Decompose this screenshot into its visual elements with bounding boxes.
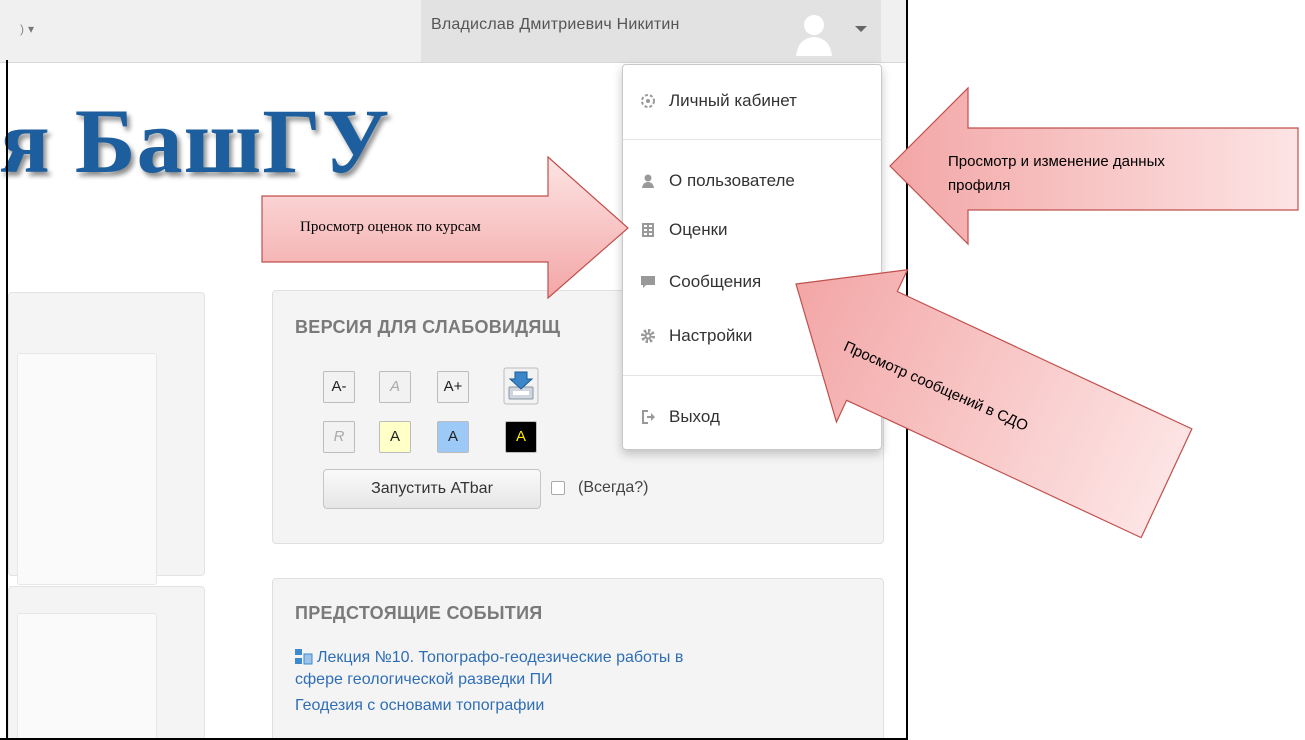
save-settings-icon[interactable] [503, 367, 539, 405]
always-label: (Всегда?) [578, 479, 649, 496]
run-atbar-button[interactable]: Запустить ATbar [323, 469, 541, 509]
block-title: ВЕРСИЯ ДЛЯ СЛАБОВИДЯЩ [295, 317, 561, 337]
frame-left-border [6, 60, 8, 738]
menu-divider [623, 375, 881, 376]
menu-divider [623, 139, 881, 140]
screenshot-frame: ) ▾ Владислав Дмитриевич Никитин я БашГУ … [0, 0, 908, 740]
nav-dropdown-caret[interactable]: ) ▾ [20, 22, 34, 36]
chevron-down-icon[interactable] [855, 26, 867, 32]
gear-icon [641, 329, 655, 343]
event-icon [295, 649, 313, 665]
menu-item-logout[interactable]: Выход [623, 397, 881, 437]
event-link[interactable]: Лекция №10. Топографо-геодезические рабо… [317, 645, 857, 671]
left-content-block [8, 292, 205, 585]
annotation-text-profile-line2: профиля [948, 177, 1011, 194]
font-reset-button[interactable]: A [379, 371, 411, 403]
user-icon [642, 174, 654, 188]
font-increase-button[interactable]: A+ [437, 371, 469, 403]
user-name[interactable]: Владислав Дмитриевич Никитин [431, 16, 680, 34]
font-decrease-button[interactable]: A- [323, 371, 355, 403]
color-reset-button[interactable]: R [323, 421, 355, 453]
color-black-button[interactable]: A [505, 421, 537, 453]
event-link-continued[interactable]: сфере геологической разведки ПИ [295, 671, 553, 689]
menu-item-label: О пользователе [669, 171, 795, 190]
menu-item-dashboard[interactable]: Личный кабинет [623, 81, 881, 121]
avatar-icon[interactable] [794, 10, 834, 56]
menu-item-profile[interactable]: О пользователе [623, 161, 881, 201]
menu-item-label: Выход [669, 407, 720, 426]
event-course-link[interactable]: Геодезия с основами топографии [295, 697, 544, 715]
user-dropdown-menu: Личный кабинет О пользователе Оценки Соо… [622, 64, 882, 450]
menu-item-label: Настройки [669, 326, 753, 345]
color-blue-button[interactable]: A [437, 421, 469, 453]
message-icon [641, 276, 655, 288]
block-title: ПРЕДСТОЯЩИЕ СОБЫТИЯ [295, 603, 543, 623]
color-yellow-button[interactable]: A [379, 421, 411, 453]
left-inner-panel-2 [17, 613, 157, 738]
menu-item-label: Оценки [669, 220, 728, 239]
menu-item-grades[interactable]: Оценки [623, 210, 881, 250]
left-content-block-2 [8, 586, 205, 738]
top-navbar: ) ▾ Владислав Дмитриевич Никитин [0, 0, 906, 63]
annotation-text-grades: Просмотр оценок по курсам [300, 219, 481, 235]
menu-item-label: Сообщения [669, 272, 762, 291]
menu-item-label: Личный кабинет [669, 91, 797, 110]
dashboard-icon [641, 94, 655, 108]
grades-icon [642, 223, 654, 237]
left-inner-panel [17, 353, 157, 585]
annotation-text-profile: Просмотр и изменение данных профиля [948, 150, 1165, 198]
upcoming-events-block: ПРЕДСТОЯЩИЕ СОБЫТИЯ Лекция №10. Топограф… [272, 578, 884, 738]
annotation-text-profile-line1: Просмотр и изменение данных [948, 153, 1165, 170]
logout-icon [642, 410, 655, 424]
always-checkbox[interactable] [551, 481, 565, 495]
menu-item-messages[interactable]: Сообщения [623, 262, 881, 302]
site-logo[interactable]: я БашГУ [0, 88, 390, 194]
user-menu-toggle[interactable]: Владислав Дмитриевич Никитин [421, 0, 881, 62]
